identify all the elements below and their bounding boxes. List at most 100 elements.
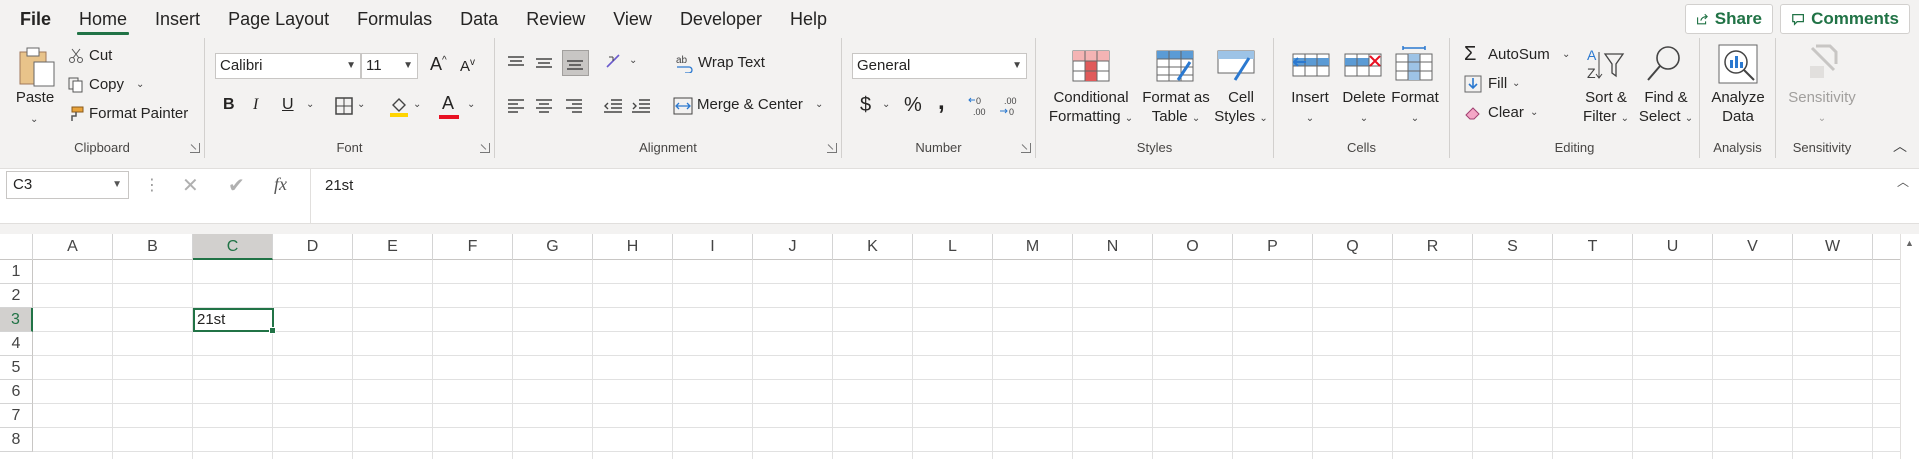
font-color-dropdown-chevron-icon[interactable]: ⌄ <box>467 99 475 110</box>
orientation-icon[interactable] <box>605 53 625 71</box>
column-header-l[interactable]: L <box>913 234 993 260</box>
column-header-w[interactable]: W <box>1793 234 1873 260</box>
autosum-button[interactable]: AutoSum <box>1488 46 1550 63</box>
column-header-d[interactable]: D <box>273 234 353 260</box>
underline-button[interactable]: U <box>282 96 294 114</box>
row-header-6[interactable]: 6 <box>0 380 33 404</box>
copy-button[interactable]: Copy <box>89 76 124 93</box>
decrease-font-size-button[interactable]: Av <box>460 57 475 75</box>
currency-dropdown-chevron-icon[interactable]: ⌄ <box>882 99 890 110</box>
vertical-scrollbar[interactable]: ▲ <box>1900 234 1919 459</box>
tab-help[interactable]: Help <box>776 0 841 38</box>
align-right-icon[interactable] <box>565 98 583 114</box>
middle-align-icon[interactable] <box>535 55 553 71</box>
column-header-e[interactable]: E <box>353 234 433 260</box>
tab-data[interactable]: Data <box>446 0 512 38</box>
column-header-o[interactable]: O <box>1153 234 1233 260</box>
column-header-i[interactable]: I <box>673 234 753 260</box>
increase-indent-icon[interactable] <box>631 98 651 114</box>
confirm-entry-icon[interactable]: ✔ <box>228 173 245 198</box>
fill-button[interactable]: Fill <box>1488 75 1507 92</box>
row-header-3[interactable]: 3 <box>0 308 33 332</box>
column-header-p[interactable]: P <box>1233 234 1313 260</box>
collapse-ribbon-icon[interactable]: ︿ <box>1893 136 1907 156</box>
column-header-k[interactable]: K <box>833 234 913 260</box>
sort-filter-button[interactable]: Sort & Filter ⌄ <box>1578 88 1634 128</box>
autosum-dropdown-chevron-icon[interactable]: ⌄ <box>1562 49 1570 60</box>
font-name-select[interactable]: Calibri ▼ <box>215 53 361 79</box>
column-header-a[interactable]: A <box>33 234 113 260</box>
format-painter-button[interactable]: Format Painter <box>89 105 188 122</box>
share-button[interactable]: Share <box>1685 4 1773 34</box>
top-align-icon[interactable] <box>507 55 525 71</box>
column-header-u[interactable]: U <box>1633 234 1713 260</box>
tab-developer[interactable]: Developer <box>666 0 776 38</box>
column-header-f[interactable]: F <box>433 234 513 260</box>
decrease-decimal-icon[interactable]: .000 <box>999 94 1025 118</box>
column-header-q[interactable]: Q <box>1313 234 1393 260</box>
format-cells-button[interactable]: Format ⌄ <box>1388 88 1442 128</box>
align-left-icon[interactable] <box>507 98 525 114</box>
expand-formula-bar-icon[interactable]: ︿ <box>1897 173 1909 190</box>
name-box[interactable]: C3 ▼ <box>6 171 129 199</box>
increase-font-size-button[interactable]: A^ <box>430 54 447 75</box>
delete-cells-button[interactable]: Delete ⌄ <box>1336 88 1392 128</box>
column-header-g[interactable]: G <box>513 234 593 260</box>
column-header-c[interactable]: C <box>193 234 273 260</box>
scroll-up-icon[interactable]: ▲ <box>1905 238 1914 248</box>
tab-file[interactable]: File <box>0 0 65 38</box>
comma-style-button[interactable]: , <box>938 88 945 116</box>
column-header-t[interactable]: T <box>1553 234 1633 260</box>
tab-home[interactable]: Home <box>65 0 141 38</box>
italic-button[interactable]: I <box>253 96 258 114</box>
row-header-8[interactable]: 8 <box>0 428 33 452</box>
wrap-text-button[interactable]: Wrap Text <box>698 54 765 71</box>
borders-dropdown-chevron-icon[interactable]: ⌄ <box>357 99 365 110</box>
conditional-formatting-button[interactable]: Conditional Formatting ⌄ <box>1046 88 1136 128</box>
alignment-launcher-icon[interactable] <box>827 143 837 153</box>
insert-cells-button[interactable]: Insert ⌄ <box>1284 88 1336 128</box>
clear-button[interactable]: Clear <box>1488 104 1524 121</box>
merge-center-button[interactable]: Merge & Center <box>697 96 803 113</box>
tab-view[interactable]: View <box>599 0 666 38</box>
number-launcher-icon[interactable] <box>1021 143 1031 153</box>
sensitivity-button[interactable]: Sensitivity ⌄ <box>1780 88 1864 128</box>
fill-color-icon[interactable] <box>389 96 409 118</box>
merge-dropdown-chevron-icon[interactable]: ⌄ <box>815 99 823 110</box>
tab-page-layout[interactable]: Page Layout <box>214 0 343 38</box>
select-all-corner[interactable] <box>0 234 33 260</box>
cut-button[interactable]: Cut <box>89 47 112 64</box>
number-format-select[interactable]: General ▼ <box>852 53 1027 79</box>
clear-dropdown-chevron-icon[interactable]: ⌄ <box>1530 107 1538 118</box>
column-header-s[interactable]: S <box>1473 234 1553 260</box>
comments-button[interactable]: Comments <box>1780 4 1910 34</box>
column-header-b[interactable]: B <box>113 234 193 260</box>
formula-input[interactable]: 21st <box>310 169 1899 224</box>
column-header-r[interactable]: R <box>1393 234 1473 260</box>
font-size-select[interactable]: 11 ▼ <box>361 53 418 79</box>
column-header-j[interactable]: J <box>753 234 833 260</box>
insert-function-icon[interactable]: fx <box>274 174 287 195</box>
tab-formulas[interactable]: Formulas <box>343 0 446 38</box>
column-header-h[interactable]: H <box>593 234 673 260</box>
tab-review[interactable]: Review <box>512 0 599 38</box>
column-header-m[interactable]: M <box>993 234 1073 260</box>
bold-button[interactable]: B <box>223 96 235 114</box>
fill-color-dropdown-chevron-icon[interactable]: ⌄ <box>413 99 421 110</box>
find-select-button[interactable]: Find & Select ⌄ <box>1636 88 1696 128</box>
align-center-icon[interactable] <box>535 98 553 114</box>
active-cell-c3[interactable]: 21st <box>193 308 276 334</box>
percent-button[interactable]: % <box>904 94 922 117</box>
worksheet-grid[interactable]: 21st 12345678 <box>0 260 1900 459</box>
font-launcher-icon[interactable] <box>480 143 490 153</box>
row-header-7[interactable]: 7 <box>0 404 33 428</box>
paste-dropdown-chevron-icon[interactable]: ⌄ <box>30 110 38 129</box>
row-header-4[interactable]: 4 <box>0 332 33 356</box>
more-options-icon[interactable]: ⋮ <box>144 175 160 195</box>
cell-styles-button[interactable]: Cell Styles ⌄ <box>1213 88 1269 128</box>
column-header-v[interactable]: V <box>1713 234 1793 260</box>
analyze-data-button[interactable]: Analyze Data <box>1704 88 1772 126</box>
row-header-5[interactable]: 5 <box>0 356 33 380</box>
paste-button[interactable]: Paste <box>12 88 58 107</box>
orientation-dropdown-chevron-icon[interactable]: ⌄ <box>629 55 637 66</box>
